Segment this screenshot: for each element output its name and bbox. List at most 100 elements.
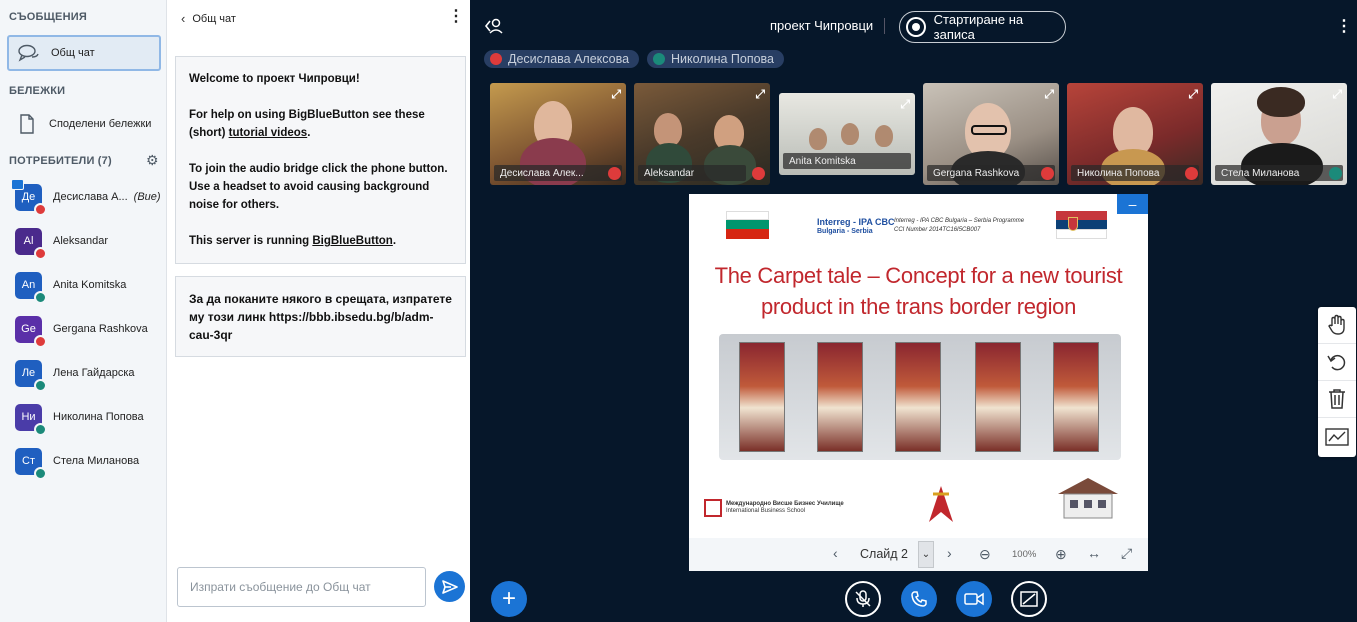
video-tile[interactable]: ⤢ Anita Komitska: [779, 93, 915, 175]
talker-name: Николина Попова: [671, 52, 775, 66]
user-item[interactable]: Ge Gergana Rashkova: [15, 312, 165, 348]
interreg-line2: Bulgaria - Serbia: [817, 228, 873, 235]
options-menu-icon[interactable]: ⋮: [1336, 19, 1352, 35]
user-name-text: Gergana Rashkova: [53, 323, 148, 335]
messages-section-title: СЪОБЩЕНИЯ: [9, 11, 87, 23]
screenshare-button[interactable]: [1011, 581, 1047, 617]
undo-tool[interactable]: [1318, 344, 1356, 381]
server-line: This server is running BigBlueButton.: [189, 232, 452, 250]
bbb-link[interactable]: BigBlueButton: [312, 235, 392, 247]
slide-select-dropdown[interactable]: ⌄: [918, 541, 934, 568]
talker-indicator[interactable]: Николина Попова: [647, 50, 785, 68]
mute-button[interactable]: [845, 581, 881, 617]
muted-icon: [1041, 167, 1054, 180]
whiteboard-icon: [1325, 427, 1349, 446]
serbia-flag: [1056, 211, 1107, 239]
muted-mic-icon: [490, 53, 502, 65]
glasses: [971, 125, 1007, 135]
trash-icon: [1329, 389, 1345, 409]
chat-header[interactable]: ‹ Общ чат: [181, 11, 236, 26]
video-tile[interactable]: ⤢ Николина Попова: [1067, 83, 1203, 185]
presenter-icon: [11, 178, 24, 190]
clear-tool[interactable]: [1318, 381, 1356, 418]
shared-notes-label: Споделени бележки: [49, 118, 152, 130]
fullscreen-icon[interactable]: ⤢: [1332, 87, 1342, 102]
chevron-left-icon[interactable]: ‹: [181, 11, 185, 26]
chat-panel: ‹ Общ чат ⋮ Welcome to проект Чипровци! …: [167, 0, 470, 622]
talker-name: Десислава Алексова: [508, 52, 630, 66]
welcome-room: проект Чипровци: [256, 73, 356, 85]
fullscreen-icon[interactable]: ⤢: [611, 87, 621, 102]
emblem-logo: [927, 484, 955, 524]
send-button[interactable]: [434, 571, 465, 602]
muted-mic-icon: [34, 334, 47, 348]
user-item[interactable]: Ни Николина Попова: [15, 400, 165, 436]
audio-line: To join the audio bridge click the phone…: [189, 163, 448, 211]
avatar-initials: Ст: [22, 455, 35, 467]
phone-icon: [911, 591, 927, 607]
interreg-line1: Interreg - IPA CBC: [817, 217, 895, 227]
users-section-title: ПОТРЕБИТЕЛИ (7): [9, 155, 112, 167]
notes-section-title: БЕЛЕЖКИ: [9, 85, 66, 97]
talker-indicator[interactable]: Десислава Алексова: [484, 50, 640, 68]
video-tile[interactable]: ⤢ Gergana Rashkova: [923, 83, 1059, 185]
presentation-slide[interactable]: – Interreg - IPA CBC Bulgaria - Serbia I…: [689, 194, 1148, 538]
zoom-value: 100%: [1012, 549, 1037, 560]
video-tile[interactable]: ⤢ Стела Миланова: [1211, 83, 1347, 185]
user-list-panel: СЪОБЩЕНИЯ Общ чат БЕЛЕЖКИ Споделени беле…: [0, 0, 167, 622]
previous-slide-icon[interactable]: ‹: [833, 545, 838, 561]
zoom-out-icon[interactable]: ⊖: [979, 546, 991, 563]
plus-icon: +: [501, 585, 516, 612]
video-tile[interactable]: ⤢ Десислава Алек...: [490, 83, 626, 185]
avatar: Ge: [15, 315, 47, 348]
user-item[interactable]: An Anita Komitska: [15, 268, 165, 304]
avatar-initials: An: [21, 279, 36, 291]
public-chat-label: Общ чат: [51, 47, 95, 59]
minimize-presentation-button[interactable]: –: [1117, 194, 1148, 214]
avatar-initials: Ge: [21, 323, 36, 335]
multi-user-tool[interactable]: [1318, 418, 1356, 455]
gear-icon[interactable]: ⚙: [146, 152, 159, 169]
tutorial-link[interactable]: tutorial videos: [229, 127, 308, 139]
avatar-initials: Ни: [21, 411, 36, 423]
user-item[interactable]: Де Десислава А... (Вие): [11, 178, 165, 216]
camera-button[interactable]: [956, 581, 992, 617]
hand-tool[interactable]: [1318, 307, 1356, 344]
leave-audio-button[interactable]: [901, 581, 937, 617]
programme-line1: Interreg - IPA CBC Bulgaria – Serbia Pro…: [894, 218, 1025, 224]
user-name: Десислава А... (Вие): [53, 191, 161, 203]
user-name: Aleksandar: [53, 235, 108, 247]
fullscreen-icon[interactable]: ⤢: [1121, 545, 1132, 562]
participant-face: [809, 128, 827, 150]
welcome-line: Welcome to проект Чипровци!: [189, 70, 452, 88]
user-item[interactable]: Ле Лена Гайдарска: [15, 356, 165, 392]
next-slide-icon[interactable]: ›: [947, 545, 952, 561]
fit-width-icon[interactable]: ↔: [1087, 545, 1101, 561]
user-name-text: Лена Гайдарска: [53, 367, 135, 379]
actions-button[interactable]: +: [491, 581, 527, 617]
user-item[interactable]: Al Aleksandar: [15, 224, 165, 260]
listen-icon: [1329, 167, 1342, 180]
avatar-initials: Де: [21, 191, 36, 203]
user-name-text: Николина Попова: [53, 411, 144, 423]
chat-input[interactable]: Изпрати съобщение до Общ чат: [177, 567, 426, 607]
public-chat-item[interactable]: Общ чат: [7, 35, 161, 71]
video-tile[interactable]: ⤢ Aleksandar: [634, 83, 770, 185]
user-item[interactable]: Ст Стела Миланова: [15, 444, 165, 480]
avatar: An: [15, 271, 47, 304]
invite-message: За да поканите някого в срещата, изпрате…: [175, 276, 466, 357]
fullscreen-icon[interactable]: ⤢: [1188, 87, 1198, 102]
hide-panel-icon[interactable]: [484, 17, 504, 38]
muted-icon: [608, 167, 621, 180]
record-button[interactable]: Стартиране на записа: [899, 11, 1066, 43]
chat-options-icon[interactable]: ⋮: [448, 9, 464, 25]
zoom-in-icon[interactable]: ⊕: [1055, 546, 1067, 563]
fullscreen-icon[interactable]: ⤢: [755, 87, 765, 102]
presentation-toolbar: ‹ Слайд 2 ⌄ › ⊖ 100% ⊕ ↔ ⤢: [689, 538, 1148, 571]
video-name: Aleksandar: [638, 165, 746, 181]
title-divider: [884, 18, 885, 34]
fullscreen-icon[interactable]: ⤢: [900, 97, 910, 112]
fullscreen-icon[interactable]: ⤢: [1044, 87, 1054, 102]
slide-title: The Carpet tale – Concept for a new tour…: [714, 263, 1123, 319]
shared-notes-item[interactable]: Споделени бележки: [7, 106, 161, 142]
